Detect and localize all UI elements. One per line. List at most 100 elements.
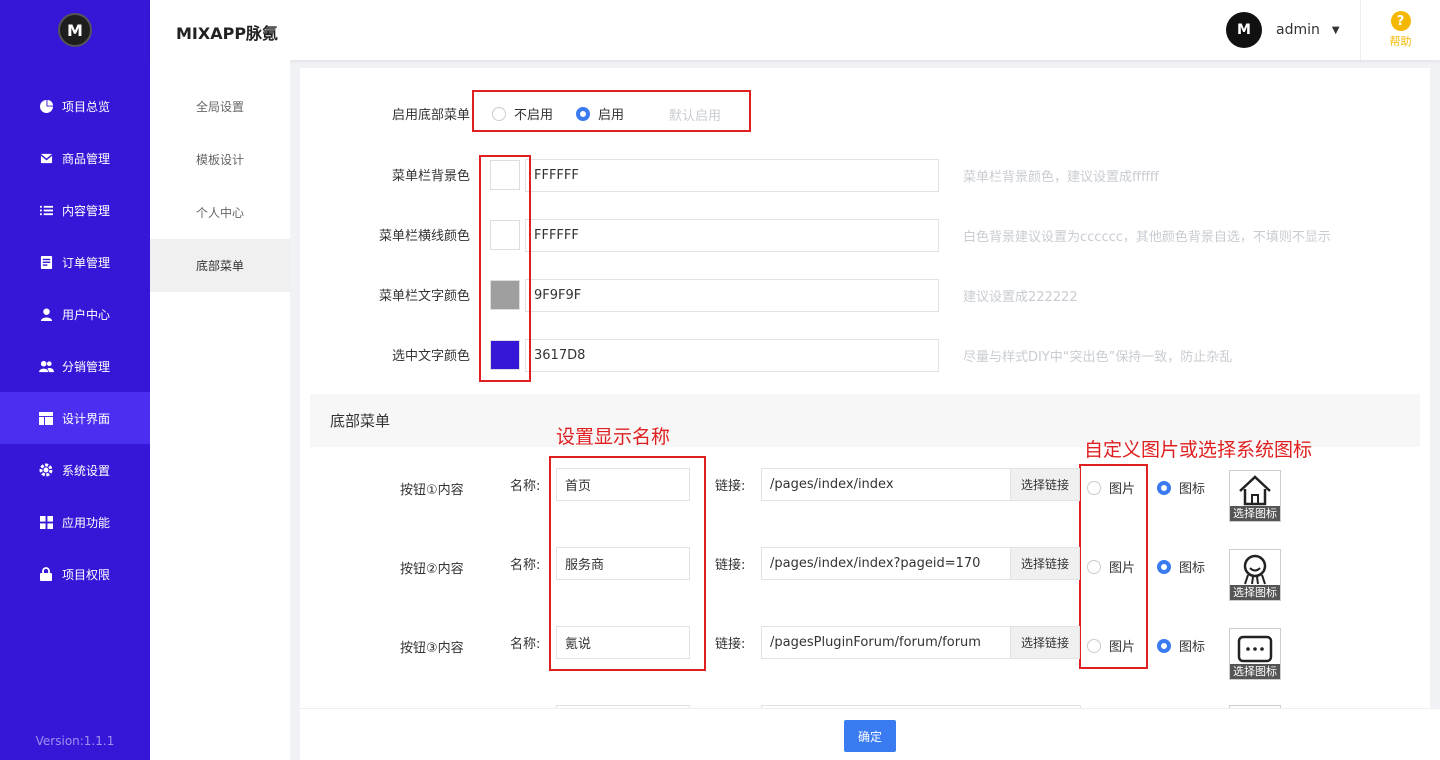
link-label: 链接: (715, 558, 746, 573)
caret-down-icon[interactable]: ▼ (1332, 25, 1340, 36)
radio-label: 图标 (1179, 482, 1206, 497)
user-menu[interactable]: M admin ▼ (1226, 10, 1340, 50)
button-2-link-input[interactable]: /pages/index/index?pageid=170 (761, 547, 1011, 580)
radio-label: 图片 (1109, 561, 1136, 576)
link-label: 链接: (715, 479, 746, 494)
gear-icon (38, 462, 54, 478)
enable-label: 启用底部菜单 (391, 108, 470, 123)
button-1-radio-icon[interactable]: 图标 (1157, 478, 1205, 497)
sidebar-item-content[interactable]: 内容管理 (0, 184, 150, 236)
button-1-radio-image[interactable]: 图片 (1087, 478, 1135, 497)
sidebar-item-label: 项目总览 (62, 99, 111, 114)
logo-area: M (0, 0, 150, 60)
avatar[interactable]: M (1226, 12, 1262, 48)
sidebar-item-overview[interactable]: 项目总览 (0, 80, 150, 132)
button-3-choose-link[interactable]: 选择链接 (1010, 626, 1080, 659)
name-label: 名称: (510, 637, 541, 652)
radio-label: 图片 (1109, 482, 1136, 497)
color-hint-line: 白色背景建议设置为cccccc，其他颜色背景自选，不填则不显示 (963, 230, 1331, 245)
top-header: MIXAPP脉氪 M admin ▼ ? 帮助 (150, 0, 1440, 60)
color-input-text[interactable]: 9F9F9F (525, 279, 939, 312)
sidebar-item-orders[interactable]: 订单管理 (0, 236, 150, 288)
subnav-personal-center[interactable]: 个人中心 (150, 186, 290, 239)
subnav-bottom-menu[interactable]: 底部菜单 (150, 239, 290, 292)
button-3-name-input[interactable]: 氪说 (556, 626, 690, 659)
layout-icon (38, 410, 54, 426)
help-button[interactable]: ? 帮助 (1360, 0, 1440, 60)
sidebar-item-label: 订单管理 (62, 255, 111, 270)
choose-icon-label: 选择图标 (1230, 506, 1280, 521)
button-1-label: 按钮①内容 (400, 483, 464, 498)
sidebar: M 项目总览 商品管理 内容管理 订单管理 用户中心 分销管理 设计界面 系统设… (0, 0, 150, 760)
color-hint-selected: 尽量与样式DIY中“突出色”保持一致，防止杂乱 (963, 350, 1233, 365)
color-input-selected[interactable]: 3617D8 (525, 339, 939, 372)
color-input-line[interactable]: FFFFFF (525, 219, 939, 252)
radio-dot-selected[interactable] (1157, 559, 1171, 574)
button-3-radio-image[interactable]: 图片 (1087, 636, 1135, 655)
home-icon (1239, 475, 1271, 506)
button-1-name-input[interactable]: 首页 (556, 468, 690, 501)
sidebar-item-distribution[interactable]: 分销管理 (0, 340, 150, 392)
button-3-link-input[interactable]: /pagesPluginForum/forum/forum (761, 626, 1011, 659)
annotation-icon: 自定义图片或选择系统图标 (1084, 439, 1313, 461)
button-2-choose-link[interactable]: 选择链接 (1010, 547, 1080, 580)
radio-label: 图片 (1109, 640, 1136, 655)
radio-dot[interactable] (1087, 559, 1101, 574)
app-logo: M (58, 13, 92, 47)
radio-dot-selected[interactable] (1157, 638, 1171, 653)
radio-dot-selected[interactable] (1157, 480, 1171, 495)
color-label-line: 菜单栏横线颜色 (378, 229, 470, 244)
sidebar-item-permissions[interactable]: 项目权限 (0, 548, 150, 600)
button-1-choose-link[interactable]: 选择链接 (1010, 468, 1080, 501)
list-icon (38, 202, 54, 218)
sidebar-item-label: 用户中心 (62, 307, 111, 322)
grid-icon (38, 514, 54, 530)
chat-bubble-icon (1237, 635, 1273, 663)
sidebar-nav: 项目总览 商品管理 内容管理 订单管理 用户中心 分销管理 设计界面 系统设置 … (0, 80, 150, 600)
subnav-template-design[interactable]: 模板设计 (150, 133, 290, 186)
sidebar-item-label: 分销管理 (62, 359, 111, 374)
button-2-icon-picker[interactable]: 选择图标 (1229, 549, 1281, 601)
sidebar-item-label: 项目权限 (62, 567, 111, 582)
button-2-radio-image[interactable]: 图片 (1087, 557, 1135, 576)
help-label: 帮助 (1389, 35, 1412, 48)
link-label: 链接: (715, 637, 746, 652)
service-person-icon (1243, 554, 1267, 585)
pie-chart-icon (38, 98, 54, 114)
subnav-global-settings[interactable]: 全局设置 (150, 80, 290, 133)
sidebar-item-apps[interactable]: 应用功能 (0, 496, 150, 548)
help-icon: ? (1390, 11, 1411, 31)
button-3-radio-icon[interactable]: 图标 (1157, 636, 1205, 655)
sidebar-item-design[interactable]: 设计界面 (0, 392, 150, 444)
sidebar-item-label: 设计界面 (62, 411, 111, 426)
sidebar-item-label: 系统设置 (62, 463, 111, 478)
radio-dot[interactable] (1087, 480, 1101, 495)
radio-dot[interactable] (1087, 638, 1101, 653)
button-2-radio-icon[interactable]: 图标 (1157, 557, 1205, 576)
name-label: 名称: (510, 558, 541, 573)
sidebar-item-products[interactable]: 商品管理 (0, 132, 150, 184)
confirm-button[interactable]: 确定 (844, 720, 896, 752)
app-title: MIXAPP脉氪 (176, 24, 279, 43)
color-label-selected: 选中文字颜色 (391, 349, 470, 364)
lock-icon (38, 566, 54, 582)
sidebar-item-users[interactable]: 用户中心 (0, 288, 150, 340)
color-label-bg: 菜单栏背景色 (391, 169, 470, 184)
version-label: Version:1.1.1 (35, 734, 115, 748)
box-icon (38, 150, 54, 166)
color-label-text: 菜单栏文字颜色 (378, 289, 470, 304)
username[interactable]: admin (1276, 22, 1320, 38)
main-panel: 启用底部菜单 不启用 启用 默认启用 菜单栏背景色 FFFFFF 菜单栏背景颜色… (300, 68, 1430, 708)
color-input-bg[interactable]: FFFFFF (525, 159, 939, 192)
button-1-link-input[interactable]: /pages/index/index (761, 468, 1011, 501)
button-2-name-input[interactable]: 服务商 (556, 547, 690, 580)
sidebar-item-settings[interactable]: 系统设置 (0, 444, 150, 496)
name-label: 名称: (510, 479, 541, 494)
button-1-icon-picker[interactable]: 选择图标 (1229, 470, 1281, 522)
sub-sidebar: 全局设置 模板设计 个人中心 底部菜单 (150, 60, 290, 760)
annotation-box-enable (472, 90, 751, 132)
button-3-label: 按钮③内容 (400, 641, 464, 656)
button-3-icon-picker[interactable]: 选择图标 (1229, 628, 1281, 680)
users-icon (38, 358, 54, 374)
choose-icon-label: 选择图标 (1230, 664, 1280, 679)
